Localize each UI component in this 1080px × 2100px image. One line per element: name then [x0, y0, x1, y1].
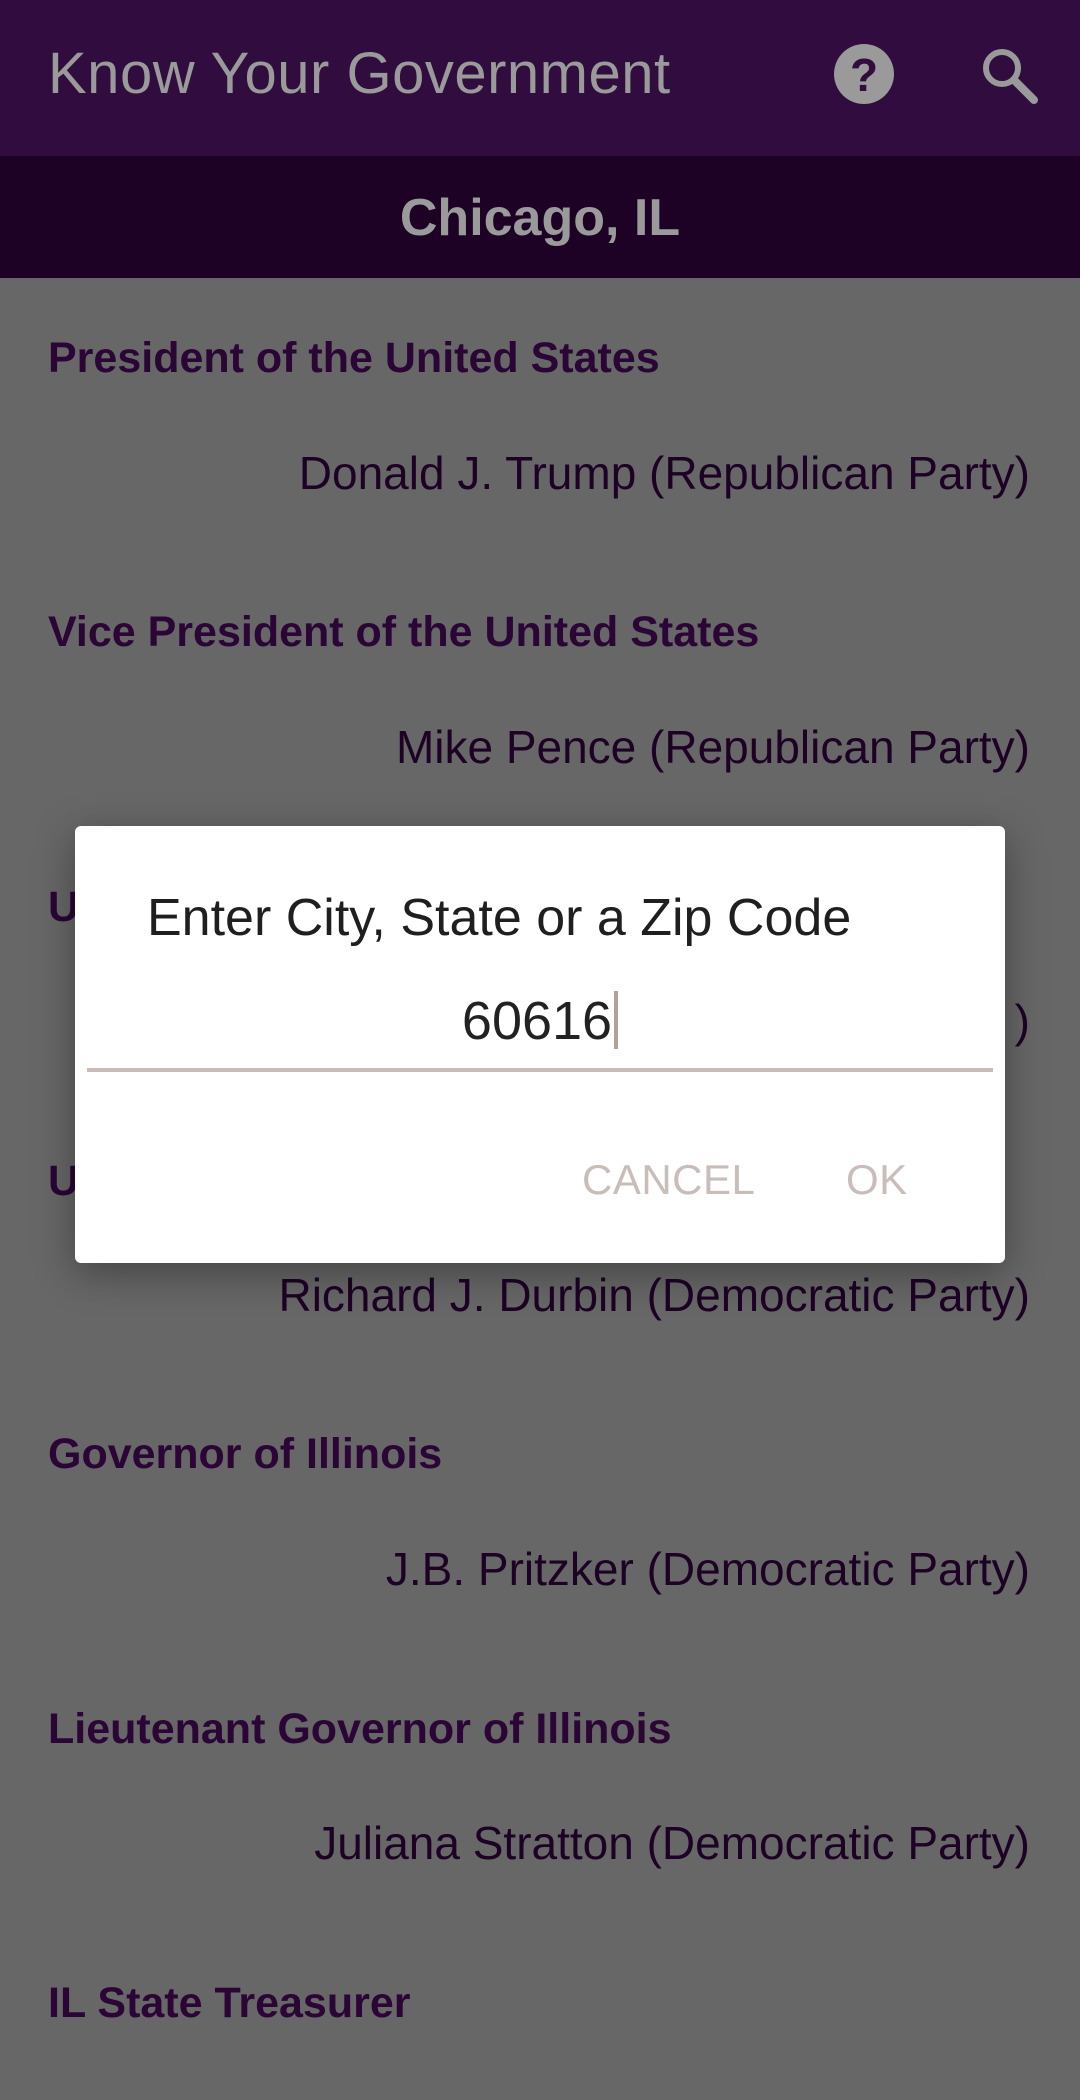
location-dialog: Enter City, State or a Zip Code 60616 CA…: [75, 826, 1005, 1263]
app-screen: Know Your Government ? Chicago, IL Presi…: [0, 0, 1080, 2100]
location-input-text[interactable]: 60616: [87, 990, 993, 1052]
dialog-title: Enter City, State or a Zip Code: [147, 889, 852, 947]
ok-button[interactable]: OK: [846, 1156, 908, 1204]
text-cursor: [614, 991, 619, 1049]
location-input[interactable]: 60616: [87, 976, 993, 1072]
location-input-value[interactable]: 60616: [462, 991, 612, 1051]
cancel-button[interactable]: CANCEL: [582, 1156, 755, 1204]
